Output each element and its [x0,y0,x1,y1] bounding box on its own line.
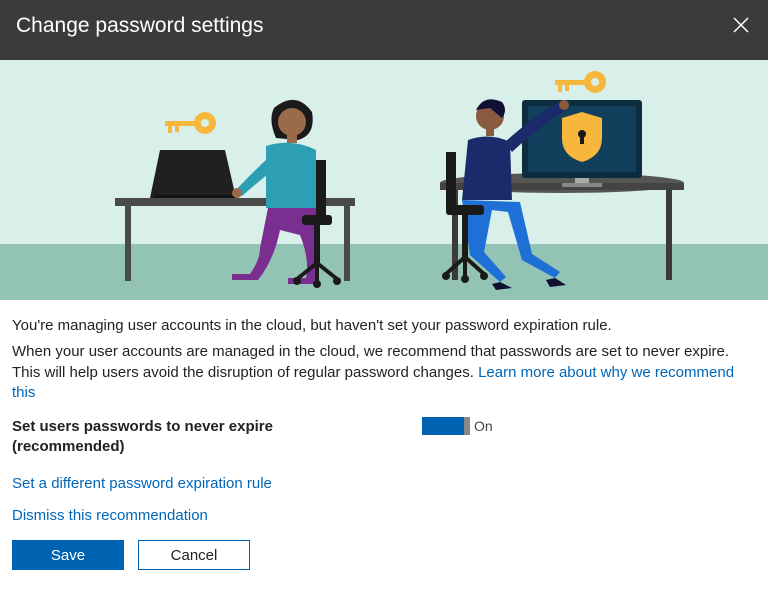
illustration-banner [0,60,768,300]
dialog-header: Change password settings [0,0,768,60]
intro-text: You're managing user accounts in the clo… [12,316,756,336]
dialog-body: You're managing user accounts in the clo… [0,300,768,582]
toggle-label: Set users passwords to never expire (rec… [12,417,422,458]
toggle-knob [464,417,470,435]
set-different-rule-link[interactable]: Set a different password expiration rule [12,474,756,494]
toggle-row: Set users passwords to never expire (rec… [12,417,756,458]
save-button[interactable]: Save [12,540,124,570]
toggle-state-label: On [474,417,493,436]
never-expire-toggle[interactable] [422,417,464,435]
button-row: Save Cancel [12,540,756,570]
illustration-svg [0,60,768,300]
cancel-button[interactable]: Cancel [138,540,250,570]
close-icon[interactable] [730,14,752,36]
dialog-title: Change password settings [16,14,263,38]
toggle-label-line1: Set users passwords to never expire [12,418,273,435]
toggle-label-line2: (recommended) [12,438,125,455]
dismiss-recommendation-link[interactable]: Dismiss this recommendation [12,506,756,526]
detail-text: When your user accounts are managed in t… [12,342,756,403]
